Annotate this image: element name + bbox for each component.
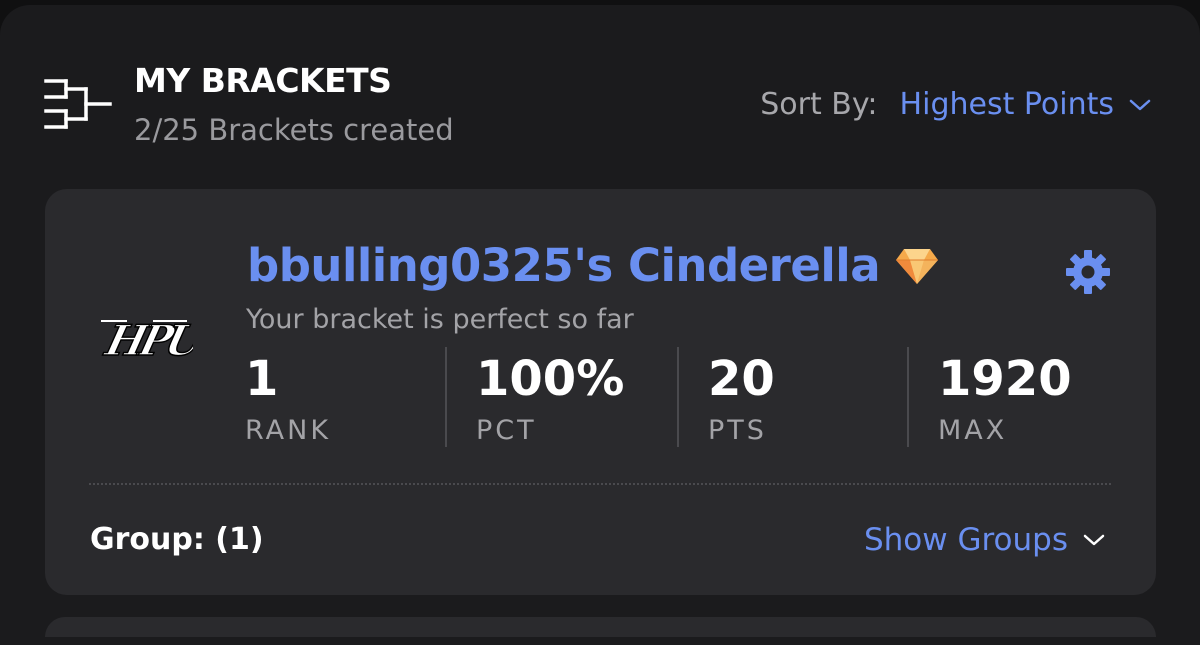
stat-pct: 100% PCT: [476, 349, 624, 449]
sort-label: Sort By:: [760, 87, 878, 122]
stat-label: RANK: [245, 415, 332, 446]
stat-label: MAX: [938, 415, 1008, 446]
gear-icon[interactable]: [1065, 249, 1111, 295]
bracket-name[interactable]: bbulling0325's Cinderella: [247, 239, 881, 292]
sort-dropdown[interactable]: Sort By: Highest Points: [760, 87, 1152, 122]
diamond-icon: [896, 248, 939, 284]
stat-value: 1: [245, 351, 279, 407]
bracket-status: Your bracket is perfect so far: [246, 304, 634, 335]
stat-divider: [445, 347, 447, 447]
group-count: Group: (1): [90, 522, 264, 557]
show-groups-button[interactable]: Show Groups: [864, 522, 1106, 558]
my-brackets-panel: MY BRACKETS 2/25 Brackets created Sort B…: [0, 5, 1200, 645]
stat-value: 100%: [476, 351, 625, 407]
stat-value: 20: [708, 351, 775, 407]
chevron-down-icon: [1083, 534, 1105, 546]
page-title: MY BRACKETS: [134, 61, 392, 100]
sort-selected-value[interactable]: Highest Points: [900, 87, 1114, 122]
team-logo: HPU: [99, 316, 193, 365]
stat-pts: 20 PTS: [708, 349, 775, 449]
stat-divider: [907, 347, 909, 447]
stat-label: PCT: [476, 415, 537, 446]
next-bracket-card[interactable]: [45, 617, 1156, 637]
chevron-down-icon: [1129, 99, 1151, 110]
stat-value: 1920: [938, 351, 1072, 407]
stat-divider: [677, 347, 679, 447]
card-divider: [89, 483, 1111, 485]
show-groups-label: Show Groups: [863, 522, 1068, 558]
stat-label: PTS: [708, 415, 767, 446]
team-logo-text: HPU: [100, 317, 193, 365]
brackets-created-count: 2/25 Brackets created: [134, 113, 454, 147]
bracket-card[interactable]: HPU bbulling0325's Cinderella Your brack…: [45, 189, 1156, 595]
stat-max: 1920 MAX: [938, 349, 1072, 449]
bracket-icon: [44, 79, 112, 129]
stat-rank: 1 RANK: [245, 349, 331, 449]
